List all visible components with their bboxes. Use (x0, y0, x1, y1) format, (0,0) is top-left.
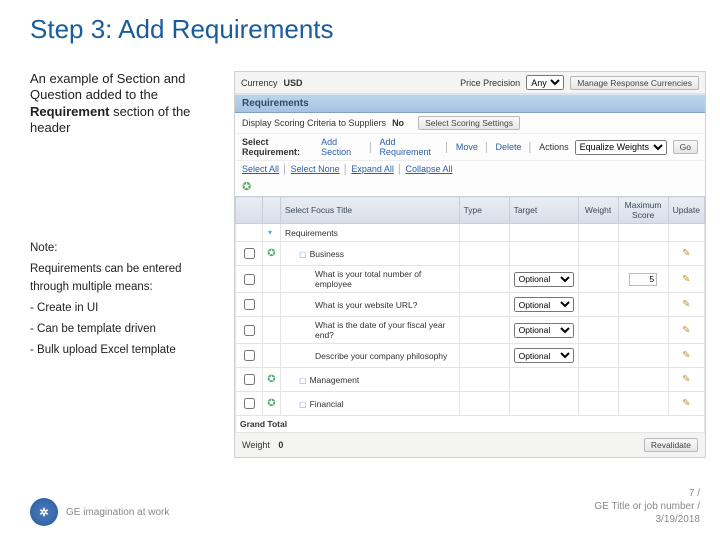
row-checkbox[interactable] (244, 325, 255, 336)
table-row: What is the date of your fiscal year end… (236, 317, 705, 344)
table-row: What is your total number of employee Op… (236, 266, 705, 293)
row-q1: What is your total number of employee (281, 266, 460, 293)
folder-icon: ▢ (299, 250, 307, 259)
note-bullet-3: - Bulk upload Excel template (30, 342, 218, 359)
col-type: Type (459, 197, 509, 224)
currency-label: Currency (241, 78, 278, 88)
note-heading: Note: (30, 240, 218, 257)
focus-icon[interactable]: ✪ (267, 398, 275, 409)
footer-tagline: GE imagination at work (66, 507, 169, 518)
app-screenshot: Currency USD Price Precision Any Manage … (234, 71, 706, 458)
col-update: Update (668, 197, 704, 224)
pencil-icon[interactable]: ✎ (682, 398, 690, 409)
add-section-link[interactable]: Add Section (321, 137, 362, 157)
expand-all-link[interactable]: Expand All (351, 164, 394, 174)
grand-total-label: Grand Total (236, 416, 705, 433)
col-weight: Weight (578, 197, 618, 224)
pencil-icon[interactable]: ✎ (682, 325, 690, 336)
note-bullet-2: - Can be template driven (30, 321, 218, 338)
select-all-link[interactable]: Select All (242, 164, 279, 174)
table-row: Describe your company philosophy Optiona… (236, 344, 705, 368)
footer-page: 7 / (594, 487, 700, 500)
add-requirement-link[interactable]: Add Requirement (379, 137, 438, 157)
footer-meta: 7 / GE Title or job number / 3/19/2018 (594, 487, 700, 526)
move-link[interactable]: Move (456, 142, 478, 152)
row-checkbox[interactable] (244, 350, 255, 361)
footer-line2: GE Title or job number / (594, 500, 700, 513)
collapse-all-link[interactable]: Collapse All (405, 164, 452, 174)
row-financial: Financial (310, 399, 344, 409)
footer-date: 3/19/2018 (594, 513, 700, 526)
manage-response-currencies-button[interactable]: Manage Response Currencies (570, 76, 699, 90)
price-precision-select[interactable]: Any (526, 75, 564, 90)
currency-value: USD (284, 78, 303, 88)
row-checkbox[interactable] (244, 248, 255, 259)
requirements-table: Select Focus Title Type Target Weight Ma… (235, 196, 705, 433)
select-none-link[interactable]: Select None (291, 164, 340, 174)
col-title: Select Focus Title (281, 197, 460, 224)
row-q2: What is your website URL? (281, 293, 460, 317)
target-select[interactable]: Optional (514, 297, 574, 312)
row-requirements: Requirements (281, 224, 460, 242)
revalidate-button[interactable]: Revalidate (644, 438, 698, 452)
select-scoring-settings-button[interactable]: Select Scoring Settings (418, 116, 520, 130)
target-select[interactable]: Optional (514, 323, 574, 338)
col-mscore: Maximum Score (618, 197, 668, 224)
pencil-icon[interactable]: ✎ (682, 274, 690, 285)
requirements-header: Requirements (235, 94, 705, 113)
pencil-icon[interactable]: ✎ (682, 248, 690, 259)
table-row: ✪ ▢Management ✎ (236, 368, 705, 392)
focus-icon[interactable]: ✪ (267, 374, 275, 385)
actions-label: Actions (539, 142, 569, 152)
row-checkbox[interactable] (244, 299, 255, 310)
row-business: Business (310, 249, 345, 259)
col-target: Target (509, 197, 578, 224)
row-q4: Describe your company philosophy (281, 344, 460, 368)
row-checkbox[interactable] (244, 274, 255, 285)
row-checkbox[interactable] (244, 374, 255, 385)
weight-label: Weight (242, 440, 270, 450)
select-requirement-label: Select Requirement: (242, 137, 315, 157)
collapse-icon[interactable]: ▾ (268, 228, 272, 237)
display-scoring-label: Display Scoring Criteria to Suppliers (242, 118, 386, 128)
ge-logo-icon: ✲ (30, 498, 58, 526)
delete-link[interactable]: Delete (496, 142, 522, 152)
slide-title: Step 3: Add Requirements (0, 0, 720, 45)
row-checkbox[interactable] (244, 398, 255, 409)
table-row: What is your website URL? Optional ✎ (236, 293, 705, 317)
table-row: ✪ ▢Business ✎ (236, 242, 705, 266)
focus-icon: ✪ (242, 180, 251, 193)
focus-icon[interactable]: ✪ (267, 248, 275, 259)
note-block: Note: Requirements can be entered throug… (30, 240, 218, 360)
folder-icon: ▢ (299, 376, 307, 385)
row-management: Management (310, 375, 360, 385)
intro-text: An example of Section and Question added… (30, 71, 218, 136)
note-line1: Requirements can be entered through mult… (30, 261, 218, 296)
max-score-input[interactable] (629, 273, 657, 286)
grand-total-row: Grand Total (236, 416, 705, 433)
go-button[interactable]: Go (673, 140, 698, 154)
target-select[interactable]: Optional (514, 348, 574, 363)
pencil-icon[interactable]: ✎ (682, 374, 690, 385)
intro-bold: Requirement (30, 104, 109, 119)
folder-icon: ▢ (299, 400, 307, 409)
weight-value: 0 (278, 440, 283, 450)
table-row: ✪ ▢Financial ✎ (236, 392, 705, 416)
row-q3: What is the date of your fiscal year end… (281, 317, 460, 344)
display-scoring-value: No (392, 118, 404, 128)
table-row: ▾ Requirements (236, 224, 705, 242)
pencil-icon[interactable]: ✎ (682, 299, 690, 310)
intro-part1: An example of Section and Question added… (30, 71, 185, 102)
note-bullet-1: - Create in UI (30, 300, 218, 317)
target-select[interactable]: Optional (514, 272, 574, 287)
pencil-icon[interactable]: ✎ (682, 350, 690, 361)
price-precision-label: Price Precision (460, 78, 520, 88)
actions-select[interactable]: Equalize Weights (575, 140, 667, 155)
